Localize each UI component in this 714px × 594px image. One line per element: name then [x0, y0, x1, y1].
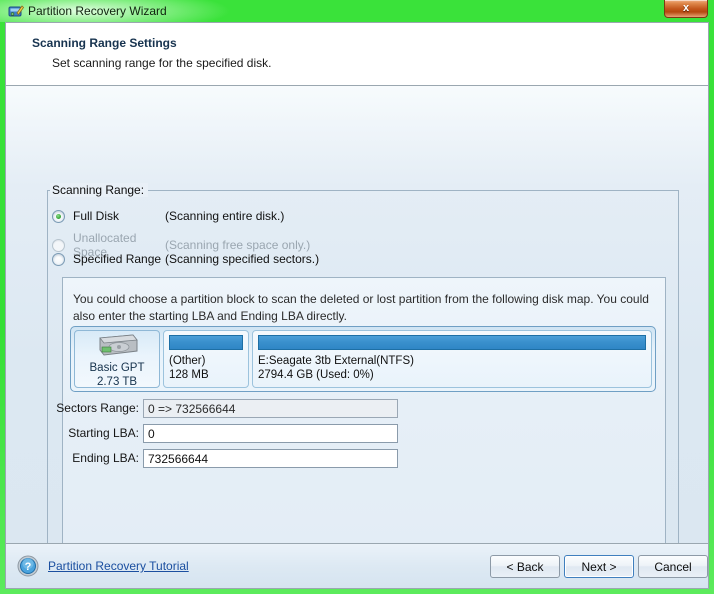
cancel-button[interactable]: Cancel — [638, 555, 708, 578]
disk-type-label: Basic GPT — [89, 361, 145, 374]
close-icon: x — [682, 2, 690, 14]
sectors-range-input — [143, 399, 398, 418]
help-question-icon[interactable]: ? — [17, 555, 39, 577]
radio-full-disk-icon[interactable] — [52, 209, 65, 223]
application-window: Partition Recovery Wizard x Scanning Ran… — [0, 0, 714, 594]
groupbox-legend: Scanning Range: — [50, 183, 149, 197]
radio-hint-unallocated-space: (Scanning free space only.) — [165, 238, 311, 252]
partition-size-e-seagate: 2794.4 GB (Used: 0%) — [258, 369, 374, 381]
window-title: Partition Recovery Wizard — [28, 4, 167, 18]
radio-label-specified-range: Specified Range — [73, 252, 162, 266]
client-area: Scanning Range Settings Set scanning ran… — [5, 22, 709, 589]
disk-map[interactable]: Basic GPT 2.73 TB (Other) 128 MB E:Seaga… — [70, 326, 656, 392]
partition-name-other: (Other) — [169, 355, 206, 367]
tutorial-link[interactable]: Partition Recovery Tutorial — [48, 559, 189, 573]
radio-row-full-disk[interactable]: Full Disk (Scanning entire disk.) — [52, 209, 284, 223]
radio-label-full-disk: Full Disk — [73, 209, 120, 223]
partition-usage-bar — [169, 335, 243, 350]
radio-specified-range-icon[interactable] — [52, 252, 65, 266]
radio-row-specified-range[interactable]: Specified Range (Scanning specified sect… — [52, 252, 319, 266]
title-bar: Partition Recovery Wizard x — [0, 0, 709, 22]
page-title: Scanning Range Settings — [32, 36, 177, 50]
label-sectors-range: Sectors Range: — [56, 401, 139, 415]
radio-hint-specified-range: (Scanning specified sectors.) — [165, 252, 320, 266]
partition-block-e-seagate[interactable]: E:Seagate 3tb External(NTFS) 2794.4 GB (… — [252, 330, 652, 388]
footer-bar: ? Partition Recovery Tutorial < Back Nex… — [6, 543, 708, 588]
partition-wizard-icon — [8, 3, 25, 19]
starting-lba-input[interactable] — [143, 424, 398, 443]
radio-hint-full-disk: (Scanning entire disk.) — [165, 209, 285, 223]
radio-unallocated-space-icon — [52, 238, 65, 252]
close-button[interactable]: x — [664, 0, 708, 18]
disk-size-label: 2.73 TB — [96, 375, 138, 388]
disk-block[interactable]: Basic GPT 2.73 TB — [74, 330, 160, 388]
page-subtitle: Set scanning range for the specified dis… — [52, 56, 272, 70]
partition-block-other[interactable]: (Other) 128 MB — [163, 330, 249, 388]
label-starting-lba: Starting LBA: — [68, 426, 139, 440]
back-button[interactable]: < Back — [490, 555, 560, 578]
svg-text:?: ? — [25, 561, 32, 573]
partition-name-e-seagate: E:Seagate 3tb External(NTFS) — [258, 355, 414, 367]
page-header: Scanning Range Settings Set scanning ran… — [6, 23, 708, 86]
partition-size-other: 128 MB — [169, 369, 209, 381]
next-button[interactable]: Next > — [564, 555, 634, 578]
main-content: Scanning Range: Full Disk (Scanning enti… — [6, 86, 708, 588]
ending-lba-input[interactable] — [143, 449, 398, 468]
label-ending-lba: Ending LBA: — [72, 451, 139, 465]
partition-usage-bar — [258, 335, 646, 350]
disk-map-description: You could choose a partition block to sc… — [73, 292, 649, 323]
hard-disk-icon — [95, 332, 139, 361]
